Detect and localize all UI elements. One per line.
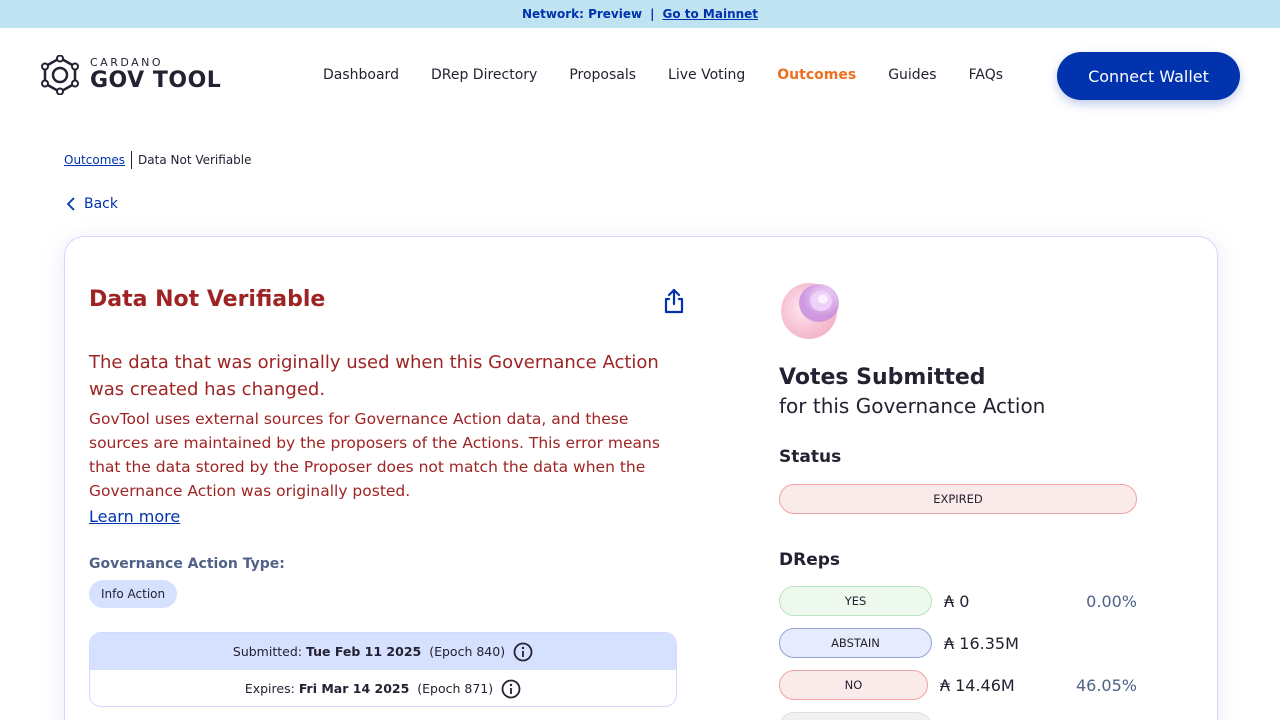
govtool-logo-icon	[41, 55, 79, 95]
header: CARDANO GOV TOOL Dashboard DRep Director…	[0, 28, 1280, 124]
info-icon[interactable]	[501, 679, 521, 699]
submitted-row: Submitted: Tue Feb 11 2025 (Epoch 840)	[90, 633, 676, 670]
dreps-label: DReps	[779, 550, 841, 570]
vote-label-next	[779, 712, 932, 720]
votes-subtitle: for this Governance Action	[779, 394, 1046, 418]
learn-more-link[interactable]: Learn more	[89, 507, 180, 526]
nav-item-live-voting[interactable]: Live Voting	[668, 67, 745, 83]
connect-wallet-button[interactable]: Connect Wallet	[1057, 52, 1240, 100]
error-heading: The data that was originally used when t…	[89, 352, 659, 400]
votes-title: Votes Submitted	[779, 365, 986, 390]
breadcrumb-current: Data Not Verifiable	[138, 153, 252, 167]
back-label: Back	[84, 196, 118, 212]
submitted-epoch: (Epoch 840)	[429, 644, 506, 659]
banner-separator: |	[650, 7, 655, 21]
action-type-label: Governance Action Type:	[89, 556, 285, 572]
breadcrumb-divider	[131, 151, 133, 169]
expires-label: Expires:	[244, 681, 295, 696]
vote-percent-yes: 0.00%	[1086, 591, 1137, 611]
vote-row-no: NO ₳ 14.46M 46.05%	[779, 670, 1137, 700]
vote-row-abstain: ABSTAIN ₳ 16.35M	[779, 628, 1137, 658]
vote-amount-yes: ₳ 0	[944, 591, 970, 611]
nav-item-outcomes[interactable]: Outcomes	[777, 67, 856, 83]
submitted-date: Tue Feb 11 2025	[305, 644, 422, 659]
main-nav: Dashboard DRep Directory Proposals Live …	[307, 64, 1019, 86]
nav-item-dashboard[interactable]: Dashboard	[323, 67, 399, 83]
page-title: Data Not Verifiable	[89, 287, 326, 312]
go-to-mainnet-link[interactable]: Go to Mainnet	[662, 7, 758, 21]
vote-amount-no: ₳ 14.46M	[939, 675, 1015, 695]
expires-row: Expires: Fri Mar 14 2025 (Epoch 871)	[90, 670, 676, 706]
error-description: GovTool uses external sources for Govern…	[89, 410, 660, 500]
vote-row-yes: YES ₳ 0 0.00%	[779, 586, 1137, 616]
logo-big-text: GOV TOOL	[90, 68, 222, 93]
nav-item-proposals[interactable]: Proposals	[569, 67, 636, 83]
share-icon[interactable]	[661, 287, 687, 315]
breadcrumb: Outcomes Data Not Verifiable	[64, 150, 252, 170]
network-banner: Network: Preview | Go to Mainnet	[0, 0, 1280, 28]
governance-action-card: Data Not Verifiable The data that was or…	[64, 236, 1218, 720]
nav-item-guides[interactable]: Guides	[888, 67, 936, 83]
action-type-chip: Info Action	[89, 580, 178, 608]
nav-item-drep-directory[interactable]: DRep Directory	[431, 67, 537, 83]
status-label: Status	[779, 447, 842, 467]
govtool-logo[interactable]: CARDANO GOV TOOL	[40, 54, 221, 96]
vote-row-next	[779, 712, 1137, 720]
dates-box: Submitted: Tue Feb 11 2025 (Epoch 840) E…	[89, 632, 677, 707]
chevron-left-icon	[66, 197, 75, 211]
back-button[interactable]: Back	[66, 194, 118, 214]
nav-item-faqs[interactable]: FAQs	[969, 67, 1003, 83]
submitted-label: Submitted:	[232, 644, 302, 659]
vote-label-abstain: ABSTAIN	[779, 628, 932, 658]
info-icon[interactable]	[513, 642, 533, 662]
expires-epoch: (Epoch 871)	[417, 681, 494, 696]
network-label: Network: Preview	[521, 7, 643, 21]
vote-amount-abstain: ₳ 16.35M	[944, 633, 1019, 653]
breadcrumb-outcomes-link[interactable]: Outcomes	[64, 153, 125, 167]
votes-orb-icon	[781, 283, 839, 339]
status-badge: EXPIRED	[779, 484, 1137, 514]
vote-label-yes: YES	[779, 586, 932, 616]
expires-date: Fri Mar 14 2025	[298, 681, 410, 696]
vote-percent-no: 46.05%	[1075, 675, 1137, 695]
vote-label-no: NO	[779, 670, 928, 700]
